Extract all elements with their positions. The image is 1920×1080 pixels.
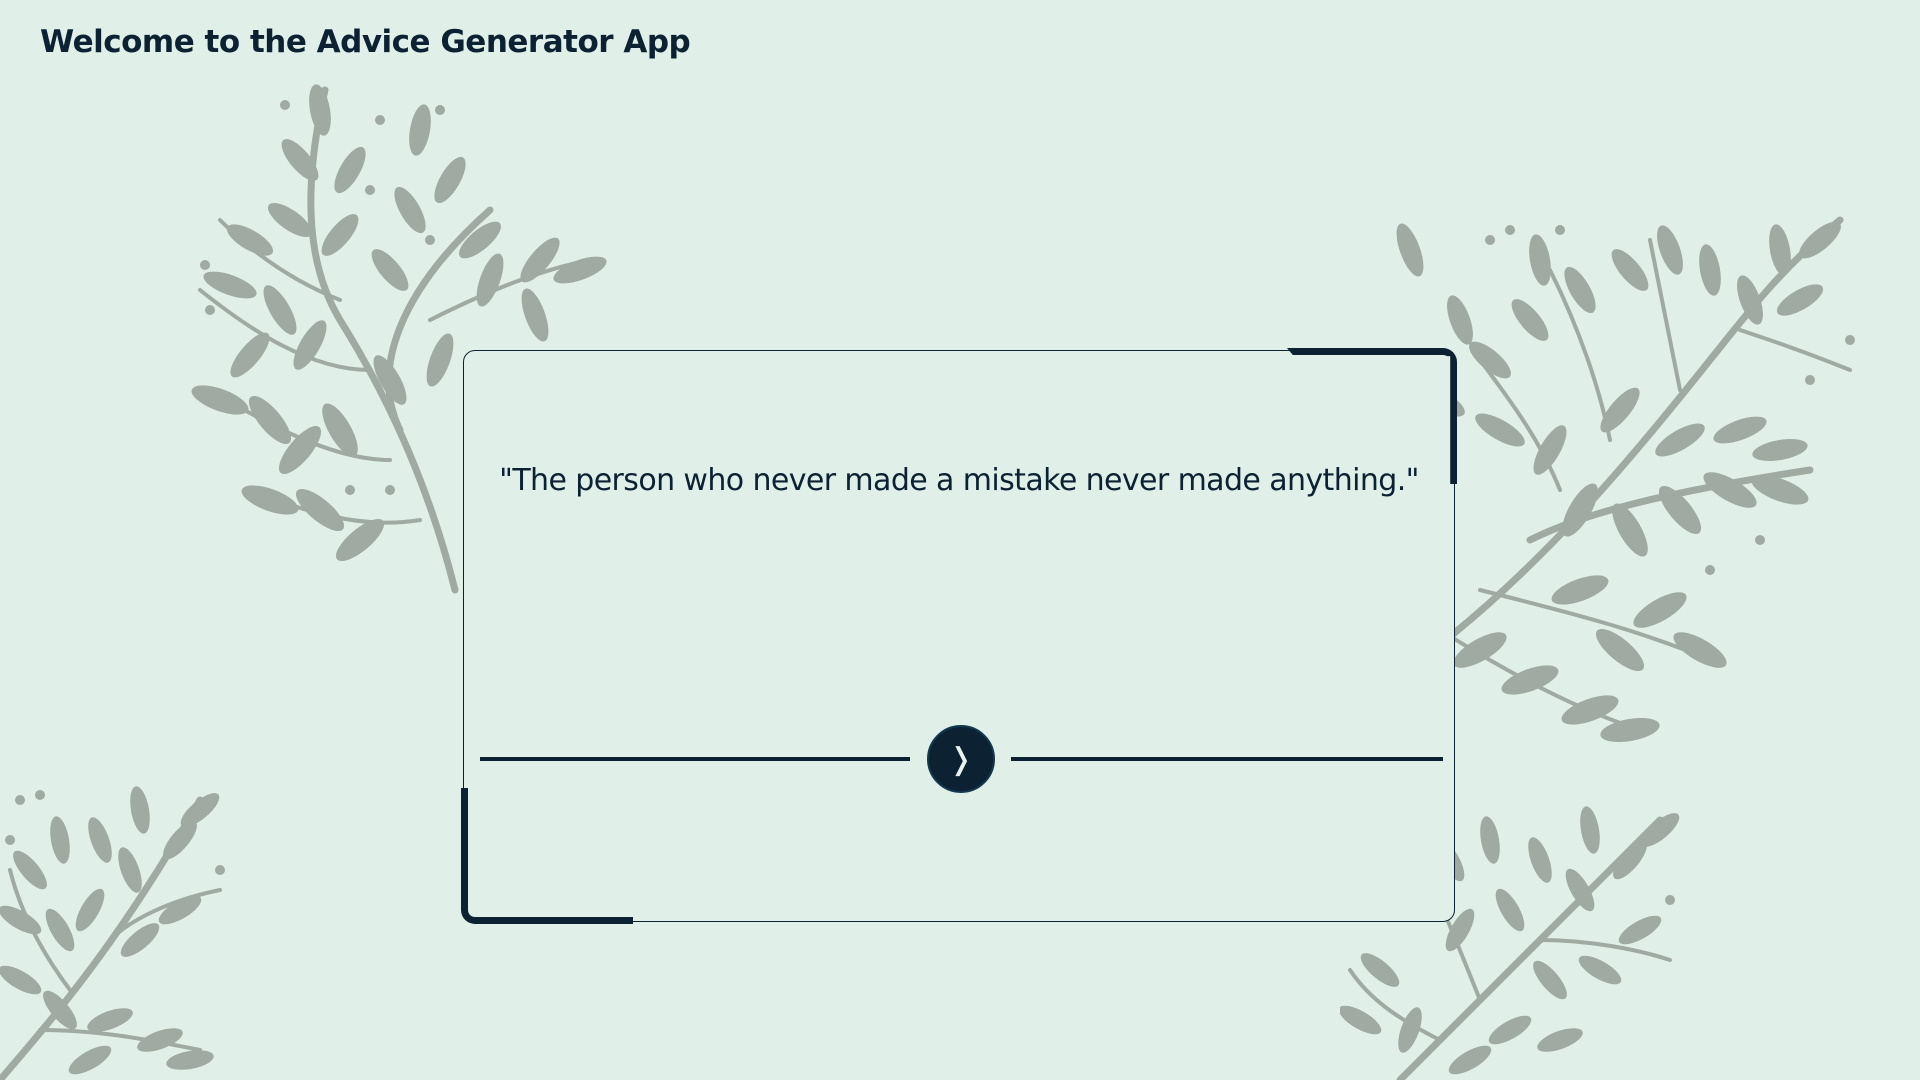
next-advice-button[interactable]: ❭ [927, 725, 995, 793]
chevron-right-icon: ❭ [948, 741, 974, 777]
app-page: Welcome to the Advice Generator App "The… [0, 0, 1920, 1080]
card-corner-accent-bottom-left [461, 788, 633, 924]
advice-card: "The person who never made a mistake nev… [461, 348, 1457, 924]
app-title: Welcome to the Advice Generator App [40, 24, 691, 60]
divider-right [1011, 757, 1443, 761]
leaf-branch-illustration-bottom-left [0, 786, 225, 1080]
advice-quote: "The person who never made a mistake nev… [499, 463, 1419, 498]
divider-left [480, 757, 910, 761]
